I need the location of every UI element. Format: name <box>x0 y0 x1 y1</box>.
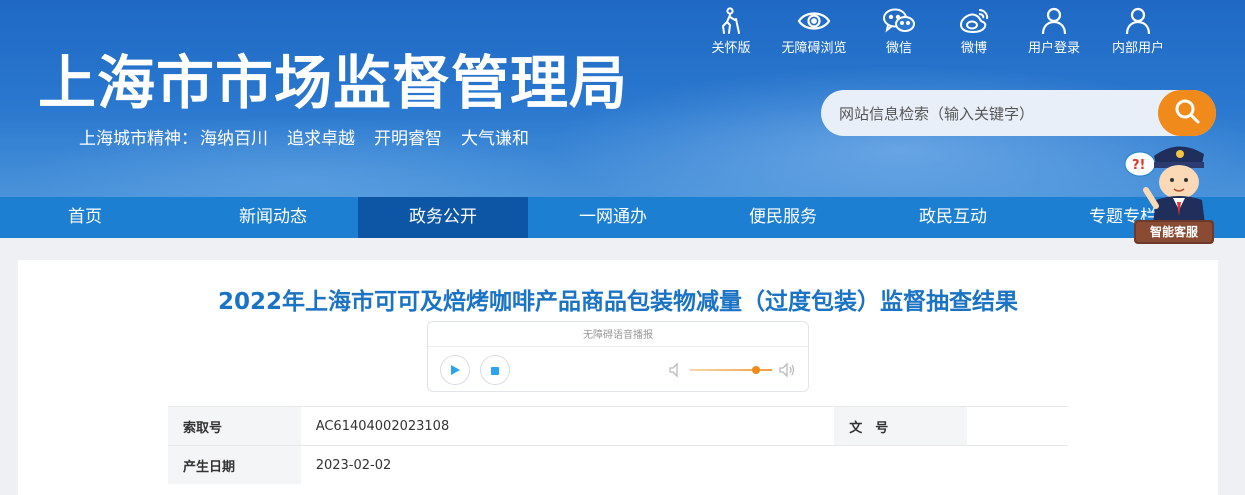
divider <box>428 346 808 347</box>
empty-cell <box>834 445 968 484</box>
user-icon <box>1037 6 1071 36</box>
top-link-care-mode[interactable]: 关怀版 <box>694 6 768 56</box>
top-link-internal-user[interactable]: 内部用户 <box>1098 6 1178 56</box>
table-row: 产生日期 2023-02-02 <box>168 445 1068 484</box>
search-icon <box>1173 97 1201 129</box>
city-spirit: 上海城市精神： 海纳百川 追求卓越 开明睿智 大气谦和 <box>79 124 548 149</box>
volume-high-icon[interactable] <box>778 362 796 382</box>
top-link-label: 无障碍浏览 <box>781 41 847 56</box>
voice-player-label: 无障碍语音播报 <box>583 330 653 341</box>
top-link-label: 微信 <box>885 41 912 56</box>
city-spirit-item: 开明睿智 <box>374 129 442 149</box>
volume-slider[interactable] <box>690 369 772 371</box>
date-value: 2023-02-02 <box>300 445 835 484</box>
nav-item-news[interactable]: 新闻动态 <box>188 197 358 238</box>
site-title[interactable]: 上海市市场监督管理局 <box>38 46 628 120</box>
smart-service-robot[interactable]: ?! 智能客服 <box>1118 140 1218 248</box>
main-nav: 首页 新闻动态 政务公开 一网通办 便民服务 政民互动 专题专栏 <box>0 197 1245 238</box>
nav-item-public-services[interactable]: 便民服务 <box>698 197 868 238</box>
city-spirit-label: 上海城市精神： <box>79 129 198 149</box>
index-number-value: AC61404002023108 <box>300 406 835 446</box>
document-number-label: 文 号 <box>834 406 968 446</box>
top-link-user-login[interactable]: 用户登录 <box>1010 6 1098 56</box>
wechat-icon <box>882 6 916 36</box>
top-link-label: 内部用户 <box>1111 41 1164 56</box>
eye-icon <box>797 6 831 36</box>
top-link-accessibility[interactable]: 无障碍浏览 <box>768 6 860 56</box>
document-number-value <box>967 406 1068 446</box>
empty-cell <box>967 445 1068 484</box>
play-icon <box>449 361 461 380</box>
city-spirit-item: 大气谦和 <box>461 129 529 149</box>
play-button[interactable] <box>440 355 470 385</box>
nav-item-gov-info[interactable]: 政务公开 <box>358 197 528 238</box>
top-link-weibo[interactable]: 微博 <box>938 6 1010 56</box>
voice-player: 无障碍语音播报 <box>427 321 809 392</box>
article-meta-table: 索取号 AC61404002023108 文 号 产生日期 2023-02-02 <box>168 406 1068 484</box>
article-title: 2022年上海市可可及焙烤咖啡产品商品包装物减量（过度包装）监督抽查结果 <box>217 289 1018 315</box>
top-link-wechat[interactable]: 微信 <box>860 6 938 56</box>
date-label: 产生日期 <box>168 445 301 484</box>
volume-control <box>668 362 795 378</box>
weibo-icon <box>957 6 991 36</box>
table-row: 索取号 AC61404002023108 文 号 <box>168 406 1068 446</box>
smart-service-label: 智能客服 <box>1149 225 1198 239</box>
stop-icon <box>490 361 500 380</box>
site-header: 上海市市场监督管理局 上海城市精神： 海纳百川 追求卓越 开明睿智 大气谦和 关怀版 无… <box>0 0 1245 197</box>
top-link-label: 关怀版 <box>711 41 751 56</box>
nav-item-interaction[interactable]: 政民互动 <box>868 197 1038 238</box>
volume-low-icon[interactable] <box>668 362 682 382</box>
top-link-label: 微博 <box>960 41 987 56</box>
nav-item-home[interactable]: 首页 <box>0 197 188 238</box>
stop-button[interactable] <box>480 355 510 385</box>
elderly-care-icon <box>714 6 748 36</box>
city-spirit-item: 海纳百川 <box>200 129 268 149</box>
top-links: 关怀版 无障碍浏览 微信 微博 用户登录 内部用户 <box>694 6 1178 56</box>
city-spirit-item: 追求卓越 <box>287 129 355 149</box>
search-input[interactable] <box>837 90 1161 138</box>
index-number-label: 索取号 <box>168 406 301 446</box>
top-link-label: 用户登录 <box>1027 41 1080 56</box>
search-button[interactable] <box>1158 90 1216 136</box>
volume-slider-thumb[interactable] <box>751 366 760 374</box>
article-panel: 2022年上海市可可及焙烤咖啡产品商品包装物减量（过度包装）监督抽查结果 无障碍… <box>18 260 1218 495</box>
user-icon <box>1121 6 1155 36</box>
nav-item-online-services[interactable]: 一网通办 <box>528 197 698 238</box>
svg-text:?!: ?! <box>1132 158 1145 173</box>
search-box <box>821 90 1216 138</box>
